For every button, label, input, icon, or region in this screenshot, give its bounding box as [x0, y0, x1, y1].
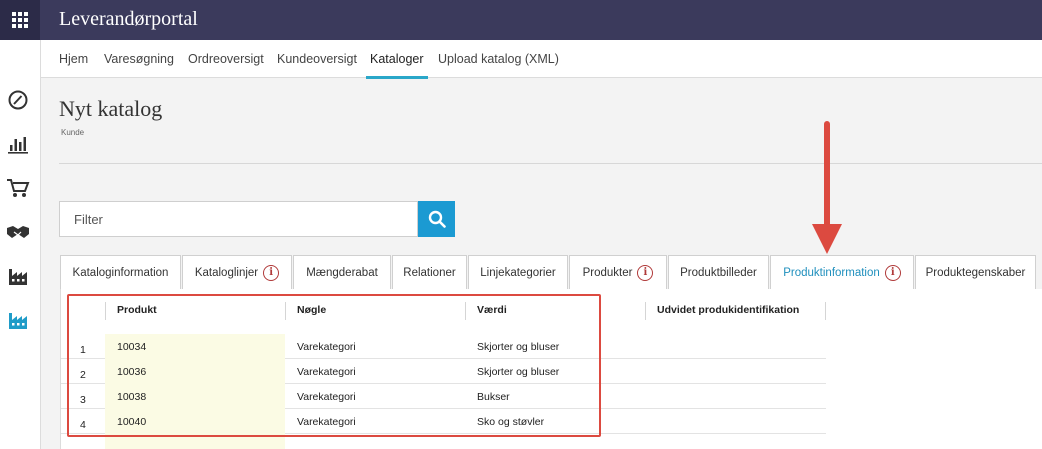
search-icon: [428, 210, 446, 228]
nav-item-varesoegning[interactable]: Varesøgning: [104, 40, 174, 78]
tab-label: Relationer: [403, 266, 456, 279]
nav-item-kundeoversigt[interactable]: Kundeoversigt: [277, 40, 357, 78]
tab-label: Produktegenskaber: [925, 266, 1026, 279]
nav-item-ordreoversigt[interactable]: Ordreoversigt: [188, 40, 264, 78]
info-icon[interactable]: i: [637, 264, 654, 281]
main-nav: Hjem Varesøgning Ordreoversigt Kundeover…: [41, 40, 1042, 79]
factory-active-icon[interactable]: [6, 308, 30, 332]
column-separator[interactable]: [645, 302, 646, 320]
top-bar: Leverandørportal: [0, 0, 1042, 40]
nav-item-kataloger[interactable]: Kataloger: [366, 40, 427, 79]
tab-maengderabat[interactable]: Mængderabat: [293, 255, 391, 289]
handshake-icon[interactable]: [6, 220, 30, 244]
page-subtitle: Kunde: [61, 128, 85, 137]
dashboard-gauge-icon[interactable]: [6, 88, 30, 112]
page-title: Nyt katalog: [59, 96, 163, 121]
tab-linjekategorier[interactable]: Linjekategorier: [468, 255, 568, 289]
info-icon[interactable]: i: [263, 264, 280, 281]
shopping-cart-icon[interactable]: [6, 176, 30, 200]
tab-produktinformation[interactable]: Produktinformation i: [770, 255, 914, 290]
apps-grid-icon: [12, 12, 28, 28]
apps-button[interactable]: [0, 0, 40, 40]
info-icon[interactable]: i: [884, 265, 901, 281]
column-separator[interactable]: [825, 302, 826, 320]
bar-chart-icon[interactable]: [6, 132, 30, 156]
filter-input[interactable]: [59, 201, 418, 237]
tab-relationer[interactable]: Relationer: [392, 255, 467, 289]
nav-item-hjem[interactable]: Hjem: [59, 40, 88, 78]
tab-label: Mængderabat: [306, 266, 378, 279]
left-rail: [0, 40, 41, 449]
heading-divider: [59, 163, 1042, 164]
tab-produkter[interactable]: Produkter i: [569, 255, 667, 289]
tab-produktegenskaber[interactable]: Produktegenskaber: [915, 255, 1036, 289]
tab-label: Kataloginformation: [72, 266, 169, 279]
annotation-arrow-icon: [812, 121, 842, 254]
tab-label: Linjekategorier: [480, 266, 556, 279]
factory-icon[interactable]: [6, 264, 30, 288]
annotation-highlight-box: [67, 294, 601, 437]
search-button[interactable]: [418, 201, 455, 237]
tab-produktbilleder[interactable]: Produktbilleder: [668, 255, 769, 289]
tab-label: Produkter: [582, 266, 633, 279]
tab-kataloginformation[interactable]: Kataloginformation: [60, 255, 181, 289]
tab-label: Kataloglinjer: [194, 266, 259, 279]
tab-label: Produktinformation: [783, 267, 880, 279]
column-header-udvidet-produkidentifikation[interactable]: Udvidet produkidentifikation: [657, 304, 799, 316]
tab-kataloglinjer[interactable]: Kataloglinjer i: [182, 255, 292, 289]
tab-label: Produktbilleder: [680, 266, 757, 279]
nav-item-upload-katalog[interactable]: Upload katalog (XML): [438, 40, 559, 78]
app-title: Leverandørportal: [59, 8, 198, 30]
